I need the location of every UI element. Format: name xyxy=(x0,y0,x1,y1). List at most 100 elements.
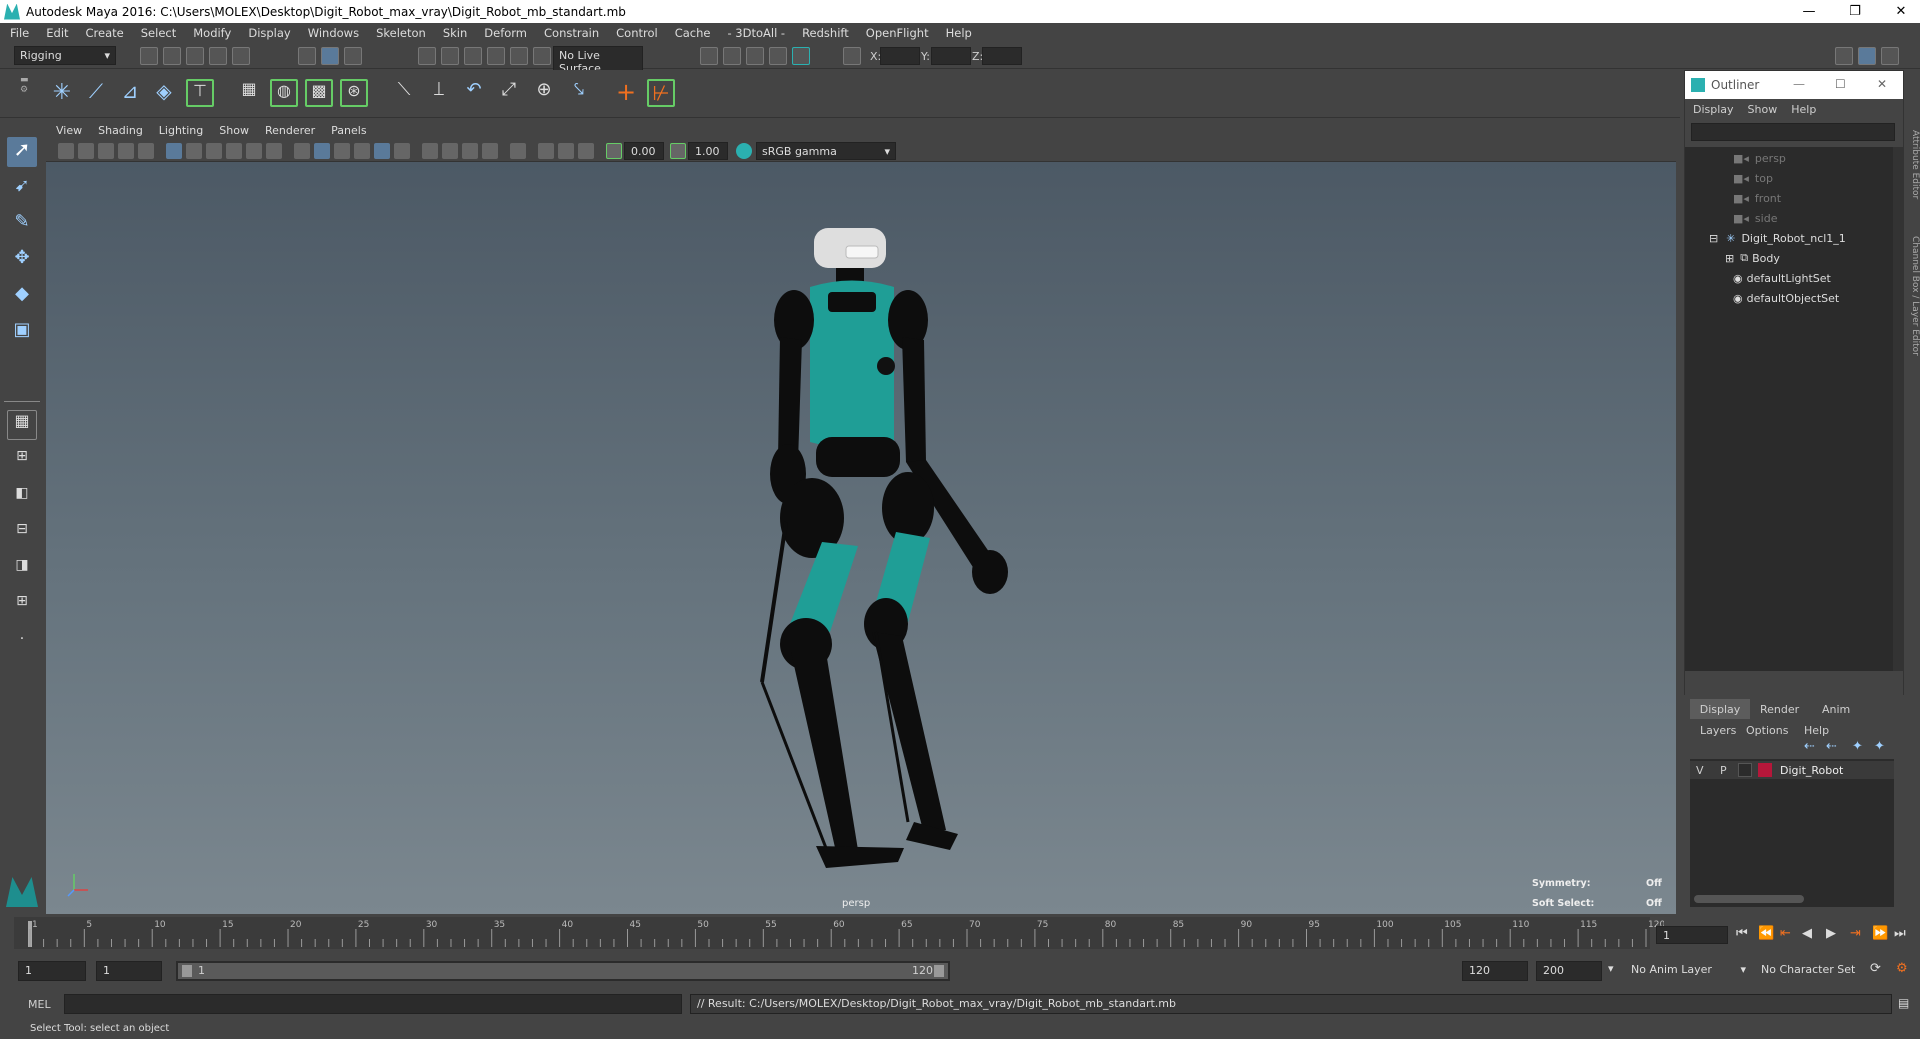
auto-key-icon[interactable]: ⟳ xyxy=(1870,961,1881,976)
menu-deform[interactable]: Deform xyxy=(484,26,527,40)
outliner-item-side[interactable]: ■◂ side xyxy=(1733,209,1777,227)
field-chart-icon[interactable] xyxy=(246,143,262,159)
outliner-item-persp[interactable]: ■◂ persp xyxy=(1733,149,1786,167)
save-scene-icon[interactable] xyxy=(186,47,204,65)
outliner-close-icon[interactable]: ✕ xyxy=(1877,77,1887,91)
snap-surface-icon[interactable] xyxy=(510,47,528,65)
resolution-gate-icon[interactable] xyxy=(206,143,222,159)
range-start-grip[interactable] xyxy=(182,965,192,977)
y-input[interactable] xyxy=(931,47,971,65)
paint-select-icon[interactable]: ✎ xyxy=(7,211,37,241)
paint-weights-icon[interactable]: ⟍ xyxy=(390,79,418,107)
select-component-icon[interactable] xyxy=(344,47,362,65)
snap-view-icon[interactable] xyxy=(487,47,505,65)
color-space-dropdown[interactable]: sRGB gamma ▾ xyxy=(756,142,896,160)
joint-tool-icon[interactable]: ✳ xyxy=(48,79,76,107)
menu-control[interactable]: Control xyxy=(616,26,658,40)
vp-menu-show[interactable]: Show xyxy=(219,124,249,137)
lights-icon[interactable] xyxy=(374,143,390,159)
snap-point-icon[interactable] xyxy=(464,47,482,65)
outliner-menu-show[interactable]: Show xyxy=(1748,103,1778,116)
vp-menu-panels[interactable]: Panels xyxy=(331,124,366,137)
channel-box-toggle-icon[interactable] xyxy=(1858,47,1876,65)
persp-graph-icon[interactable]: ⊟ xyxy=(7,521,37,551)
script-editor-icon[interactable]: ▤ xyxy=(1898,996,1909,1010)
layer-color-swatch[interactable] xyxy=(1758,763,1772,777)
viewport-persp[interactable]: persp Symmetry: Off Soft Select: Off xyxy=(46,162,1676,914)
insert-joint-icon[interactable]: ◈ xyxy=(150,79,178,107)
layer-horizontal-scrollbar[interactable] xyxy=(1694,895,1804,903)
minimize-icon[interactable]: — xyxy=(1786,0,1832,23)
render-frame-icon[interactable] xyxy=(723,47,741,65)
persp-outliner-icon[interactable]: ◧ xyxy=(7,485,37,515)
pole-vector-icon[interactable]: ⤥ xyxy=(565,79,593,107)
layer-tab-render[interactable]: Render xyxy=(1760,703,1799,716)
play-backwards-icon[interactable]: ◀ xyxy=(1802,926,1812,941)
undo-icon[interactable] xyxy=(209,47,227,65)
ik-spline-icon[interactable]: ⊿ xyxy=(116,79,144,107)
menu-skeleton[interactable]: Skeleton xyxy=(376,26,426,40)
layer-tab-anim[interactable]: Anim xyxy=(1822,703,1850,716)
menu-modify[interactable]: Modify xyxy=(193,26,231,40)
render-settings-icon[interactable] xyxy=(769,47,787,65)
image-plane-icon[interactable] xyxy=(118,143,134,159)
step-forward-key-icon[interactable]: ⏩ xyxy=(1872,926,1888,941)
layer-menu-help[interactable]: Help xyxy=(1804,724,1829,737)
color-management-icon[interactable] xyxy=(736,143,752,159)
vp-menu-renderer[interactable]: Renderer xyxy=(265,124,315,137)
go-to-start-icon[interactable]: ⏮ xyxy=(1736,926,1748,941)
parent-constraint-icon[interactable]: ⟘ xyxy=(425,79,453,107)
play-forwards-icon[interactable]: ▶ xyxy=(1826,926,1836,941)
character-set-dropdown[interactable]: No Character Set xyxy=(1756,961,1874,981)
new-scene-icon[interactable] xyxy=(140,47,158,65)
menu-windows[interactable]: Windows xyxy=(308,26,359,40)
x-input[interactable] xyxy=(880,47,920,65)
snap-grid-icon[interactable] xyxy=(418,47,436,65)
xray-icon[interactable] xyxy=(538,143,554,159)
collapse-icon[interactable]: ⊟ xyxy=(1709,232,1718,245)
outliner-vertical-scrollbar[interactable] xyxy=(1893,147,1903,671)
menu-cache[interactable]: Cache xyxy=(675,26,711,40)
point-constraint-icon[interactable]: ↶ xyxy=(460,79,488,107)
grid-icon[interactable] xyxy=(166,143,182,159)
anim-layer-dropdown[interactable]: No Anim Layer ▾ xyxy=(1626,961,1752,981)
redo-icon[interactable] xyxy=(232,47,250,65)
animation-end-input[interactable]: 200 xyxy=(1536,961,1602,981)
animation-start-input[interactable]: 1 xyxy=(18,961,86,981)
outliner-minimize-icon[interactable]: — xyxy=(1793,77,1805,91)
layer-tab-display[interactable]: Display xyxy=(1690,699,1750,719)
gate-mask-icon[interactable] xyxy=(226,143,242,159)
z-input[interactable] xyxy=(982,47,1022,65)
bind-skin-icon[interactable]: ▦ xyxy=(235,79,263,107)
tool-settings-icon[interactable] xyxy=(1881,47,1899,65)
move-tool-icon[interactable]: ✥ xyxy=(7,247,37,277)
gamma-input[interactable]: 1.00 xyxy=(688,142,728,160)
cluster-icon[interactable]: ⊛ xyxy=(340,79,368,107)
step-forward-frame-icon[interactable]: ⇥ xyxy=(1850,926,1861,941)
vp-menu-view[interactable]: View xyxy=(56,124,82,137)
move-layer-up-icon[interactable]: ⇠ xyxy=(1804,739,1815,754)
menu-edit[interactable]: Edit xyxy=(46,26,68,40)
outliner-layout-icon[interactable]: ⊞ xyxy=(7,593,37,623)
select-tool-icon[interactable]: ➚ xyxy=(7,137,37,167)
robot-model[interactable] xyxy=(46,162,1676,914)
film-gate-icon[interactable] xyxy=(186,143,202,159)
xray-components-icon[interactable] xyxy=(578,143,594,159)
rotate-tool-icon[interactable]: ◆ xyxy=(7,283,37,313)
exposure-input[interactable]: 0.00 xyxy=(624,142,664,160)
chevron-down-icon[interactable]: ▾ xyxy=(1608,962,1614,975)
layer-visibility-toggle[interactable]: V xyxy=(1696,764,1704,777)
orient-joint-icon[interactable]: ⊤ xyxy=(186,79,214,107)
ambient-occlusion-icon[interactable] xyxy=(422,143,438,159)
command-input[interactable] xyxy=(64,994,682,1014)
hypershade-layout-icon[interactable]: ◨ xyxy=(7,557,37,587)
lattice-icon[interactable]: ▩ xyxy=(305,79,333,107)
outliner-menu-help[interactable]: Help xyxy=(1791,103,1816,116)
outliner-item-body[interactable]: ⊞ ⧉ Body xyxy=(1725,249,1780,267)
smooth-bind-icon[interactable]: ◍ xyxy=(270,79,298,107)
new-layer-selected-icon[interactable]: ✦ xyxy=(1874,739,1885,754)
menu-redshift[interactable]: Redshift xyxy=(802,26,849,40)
outliner-item-robot[interactable]: ⊟ ✳ Digit_Robot_ncl1_1 xyxy=(1709,229,1846,247)
shadows-icon[interactable] xyxy=(394,143,410,159)
menu-create[interactable]: Create xyxy=(86,26,124,40)
